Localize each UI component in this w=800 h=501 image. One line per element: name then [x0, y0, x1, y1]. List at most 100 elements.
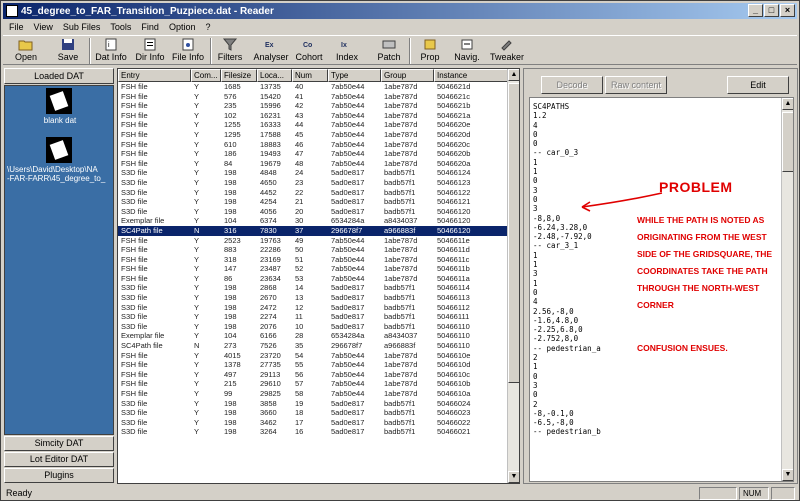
index-button[interactable]: Ix Index	[333, 37, 361, 65]
menu-help[interactable]: ?	[205, 22, 210, 32]
edit-button[interactable]: Edit	[727, 76, 789, 94]
lot-editor-dat-button[interactable]: Lot Editor DAT	[4, 452, 114, 467]
table-row[interactable]: SC4Path file N 273 7526 35 296678f7 a966883f 50…	[118, 341, 508, 351]
table-row[interactable]: FSH file Y 102 16231 43 7ab50e44 1abe787d 50466…	[118, 111, 508, 121]
table-row[interactable]: S3D file Y 198 3858 19 5ad0e817 badb57f1 504660…	[118, 399, 508, 409]
dat-item-blank[interactable]: blank dat	[5, 88, 113, 125]
table-row[interactable]: S3D file Y 198 4254 21 5ad0e817 badb57f1 504661…	[118, 197, 508, 207]
table-cell: 3660	[260, 408, 277, 418]
open-button[interactable]: Open	[9, 37, 43, 65]
column-instance[interactable]: Instance	[434, 69, 508, 82]
table-cell: 1abe787d	[384, 369, 418, 379]
table-row[interactable]: FSH file Y 1255 16333 44 7ab50e44 1abe787d 5046…	[118, 120, 508, 130]
table-row[interactable]: Exemplar file Y 104 6374 30 6534284a a8434037 5…	[118, 216, 508, 226]
table-row[interactable]: FSH file Y 215 29610 57 7ab50e44 1abe787d 50466…	[118, 379, 508, 389]
table-row[interactable]: FSH file Y 883 22286 50 7ab50e44 1abe787d 50466…	[118, 245, 508, 255]
scroll-up-icon[interactable]: ▲	[782, 98, 793, 110]
table-cell: 19679	[260, 158, 281, 168]
table-row[interactable]: FSH file Y 610 18883 46 7ab50e44 1abe787d 50466…	[118, 140, 508, 150]
analyser-icon: Ex	[265, 42, 274, 49]
table-row[interactable]: S3D file Y 198 2472 12 5ad0e817 badb57f1 504661…	[118, 303, 508, 313]
table-row[interactable]: FSH file Y 147 23487 52 7ab50e44 1abe787d 50466…	[118, 264, 508, 274]
table-row[interactable]: S3D file Y 198 4056 20 5ad0e817 badb57f1 504661…	[118, 207, 508, 217]
dat-info-button[interactable]: i Dat Info	[93, 37, 129, 65]
table-row[interactable]: FSH file Y 86 23634 53 7ab50e44 1abe787d 504661…	[118, 274, 508, 284]
table-row[interactable]: FSH file Y 497 29113 56 7ab50e44 1abe787d 50466…	[118, 370, 508, 380]
table-row[interactable]: FSH file Y 576 15420 41 7ab50e44 1abe787d 50466…	[118, 92, 508, 102]
plugins-button[interactable]: Plugins	[4, 468, 114, 483]
table-row[interactable]: S3D file Y 198 2274 11 5ad0e817 badb57f1 504661…	[118, 312, 508, 322]
table-row[interactable]: S3D file Y 198 2670 13 5ad0e817 badb57f1 504661…	[118, 293, 508, 303]
column-type[interactable]: Type	[328, 69, 381, 82]
file-info-button[interactable]: File Info	[171, 37, 205, 65]
scroll-down-icon[interactable]: ▼	[782, 469, 793, 481]
table-cell: 45	[295, 129, 304, 139]
navigator-icon	[461, 39, 473, 50]
column-compressed[interactable]: Com...	[191, 69, 221, 82]
table-row[interactable]: S3D file Y 198 4452 22 5ad0e817 badb57f1 504661…	[118, 188, 508, 198]
tweaker-button[interactable]: Tweaker	[489, 37, 525, 65]
filters-button[interactable]: Filters	[215, 37, 245, 65]
decode-button[interactable]: Decode	[541, 76, 603, 94]
table-row[interactable]: FSH file Y 1295 17588 45 7ab50e44 1abe787d 5046…	[118, 130, 508, 140]
patch-button[interactable]: Patch	[375, 37, 403, 65]
table-row[interactable]: S3D file Y 198 3264 16 5ad0e817 badb57f1 504660…	[118, 427, 508, 437]
column-entry[interactable]: Entry	[118, 69, 191, 82]
analyser-button[interactable]: Ex Analyser	[253, 37, 289, 65]
table-cell: S3D file	[121, 398, 148, 408]
column-group[interactable]: Group	[381, 69, 434, 82]
menu-find[interactable]: Find	[141, 22, 159, 32]
table-cell: 198	[224, 398, 237, 408]
scroll-thumb[interactable]	[782, 112, 793, 172]
table-row[interactable]: FSH file Y 4015 23720 54 7ab50e44 1abe787d 5046…	[118, 351, 508, 361]
simcity-dat-button[interactable]: Simcity DAT	[4, 436, 114, 451]
raw-content-button[interactable]: Raw content	[605, 76, 667, 94]
table-row[interactable]: FSH file Y 2523 19763 49 7ab50e44 1abe787d 5046…	[118, 236, 508, 246]
table-cell: Y	[194, 369, 200, 379]
table-cell: badb57f1	[384, 398, 416, 408]
menu-sub-files[interactable]: Sub Files	[63, 22, 101, 32]
maximize-button[interactable]: □	[764, 4, 779, 17]
table-row[interactable]: FSH file Y 99 29825 58 7ab50e44 1abe787d 504661…	[118, 389, 508, 399]
table-row[interactable]: SC4Path file N 316 7830 37 296678f7 a966883f 50…	[118, 225, 508, 236]
table-scrollbar[interactable]: ▲ ▼	[507, 69, 519, 483]
dir-info-button[interactable]: Dir Info	[133, 37, 167, 65]
menu-tools[interactable]: Tools	[110, 22, 131, 32]
table-row[interactable]: FSH file Y 84 19679 48 7ab50e44 1abe787d 504662…	[118, 159, 508, 169]
table-row[interactable]: S3D file Y 198 3660 18 5ad0e817 badb57f1 504660…	[118, 408, 508, 418]
scroll-down-icon[interactable]: ▼	[508, 471, 519, 483]
table-row[interactable]: FSH file Y 1378 27735 55 7ab50e44 1abe787d 5046…	[118, 360, 508, 370]
table-row[interactable]: S3D file Y 198 2076 10 5ad0e817 badb57f1 504661…	[118, 322, 508, 332]
table-row[interactable]: S3D file Y 198 4650 23 5ad0e817 badb57f1 504661…	[118, 178, 508, 188]
table-cell: FSH file	[121, 91, 148, 101]
loaded-dat-header[interactable]: Loaded DAT	[4, 68, 114, 84]
annotation-body: While the path is noted as originating f…	[637, 215, 773, 310]
menu-option[interactable]: Option	[169, 22, 196, 32]
table-cell: 235	[224, 101, 237, 111]
column-num[interactable]: Num	[292, 69, 328, 82]
column-location[interactable]: Loca...	[257, 69, 292, 82]
scroll-thumb[interactable]	[508, 83, 519, 383]
table-cell: 35	[295, 341, 304, 351]
navigator-button[interactable]: Navig.	[451, 37, 483, 65]
cohort-button[interactable]: Co Cohort	[293, 37, 325, 65]
table-row[interactable]: FSH file Y 186 19493 47 7ab50e44 1abe787d 50466…	[118, 149, 508, 159]
menu-view[interactable]: View	[34, 22, 53, 32]
scroll-up-icon[interactable]: ▲	[508, 69, 519, 81]
table-row[interactable]: S3D file Y 198 2868 14 5ad0e817 badb57f1 504661…	[118, 283, 508, 293]
table-cell: 5ad0e817	[331, 321, 365, 331]
dat-item-current[interactable]: \Users\David\Desktop\NA -FAR-FARR\45_deg…	[5, 137, 113, 183]
table-row[interactable]: FSH file Y 235 15996 42 7ab50e44 1abe787d 50466…	[118, 101, 508, 111]
save-button[interactable]: Save	[51, 37, 85, 65]
table-row[interactable]: FSH file Y 1685 13735 40 7ab50e44 1abe787d 5046…	[118, 82, 508, 92]
minimize-button[interactable]: _	[748, 4, 763, 17]
close-button[interactable]: ×	[780, 4, 795, 17]
menu-file[interactable]: File	[9, 22, 24, 32]
table-row[interactable]: S3D file Y 198 3462 17 5ad0e817 badb57f1 504660…	[118, 418, 508, 428]
prop-button[interactable]: Prop	[417, 37, 443, 65]
column-filesize[interactable]: Filesize	[221, 69, 257, 82]
table-row[interactable]: S3D file Y 198 4848 24 5ad0e817 badb57f1 504661…	[118, 168, 508, 178]
table-row[interactable]: Exemplar file Y 104 6166 28 6534284a a8434037 5…	[118, 331, 508, 341]
table-cell: 5046620e	[437, 120, 471, 130]
table-row[interactable]: FSH file Y 318 23169 51 7ab50e44 1abe787d 50466…	[118, 255, 508, 265]
